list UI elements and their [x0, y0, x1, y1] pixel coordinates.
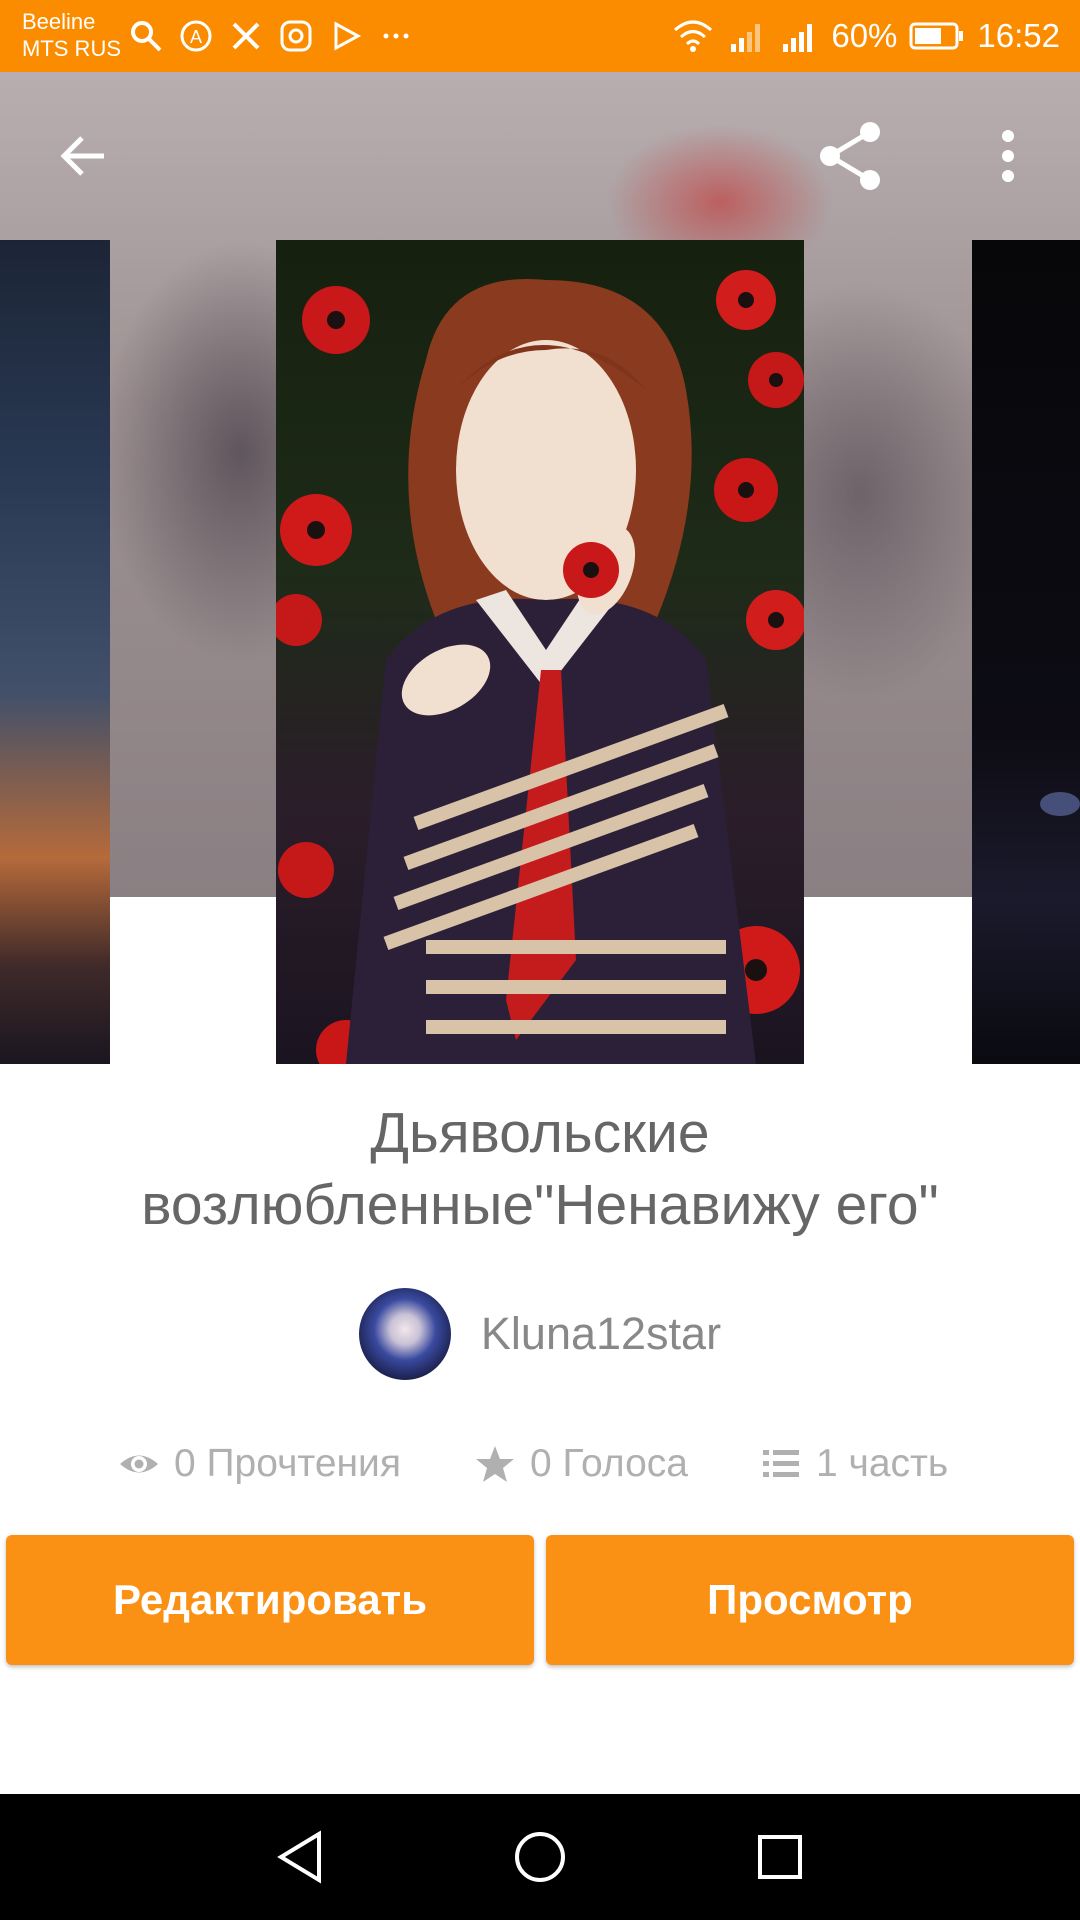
next-cover-peek[interactable]	[972, 240, 1080, 1064]
share-icon	[820, 122, 880, 190]
edit-button[interactable]: Редактировать	[6, 1535, 534, 1665]
triangle-back-icon	[277, 1830, 321, 1884]
story-stats: 0 Прочтения 0 Голоса 1 часть	[0, 1436, 1080, 1492]
author-name[interactable]: Kluna12star	[481, 1308, 721, 1360]
author-row[interactable]: Kluna12star	[0, 1288, 1080, 1380]
votes-count: 0 Голоса	[530, 1442, 688, 1485]
more-vert-icon	[1002, 130, 1014, 182]
wifi-icon	[674, 20, 713, 52]
list-icon	[763, 1450, 799, 1477]
play-icon	[334, 21, 362, 51]
notification-icons: A	[128, 16, 414, 56]
svg-text:A: A	[190, 27, 202, 47]
status-right: 60% 16:52	[671, 14, 1060, 58]
previous-cover-peek[interactable]	[0, 240, 110, 1064]
status-bar: Beeline MTS RUS A 60% 16:52	[0, 0, 1080, 72]
more-options-button[interactable]	[968, 116, 1048, 196]
tools-icon	[232, 22, 260, 50]
nav-back-button[interactable]	[265, 1822, 335, 1892]
more-notifications-icon	[383, 33, 409, 39]
reads-stat: 0 Прочтения	[118, 1436, 401, 1492]
parts-count: 1 часть	[816, 1442, 949, 1485]
share-button[interactable]	[810, 116, 890, 196]
circle-home-icon	[515, 1832, 565, 1882]
nav-home-button[interactable]	[505, 1822, 575, 1892]
votes-stat: 0 Голоса	[474, 1436, 688, 1492]
carrier-info: Beeline MTS RUS	[22, 8, 121, 62]
arrow-left-icon	[60, 136, 104, 176]
back-button[interactable]	[44, 116, 124, 196]
signal-icon-1	[731, 24, 761, 52]
battery-icon	[909, 22, 964, 50]
instagram-icon	[280, 20, 312, 52]
view-button[interactable]: Просмотр	[546, 1535, 1074, 1665]
story-title: Дьявольские возлюбленные"Ненавижу его"	[141, 1101, 939, 1237]
star-icon	[476, 1446, 514, 1482]
author-avatar[interactable]	[358, 1288, 451, 1380]
square-recent-icon	[758, 1835, 802, 1879]
system-nav-bar	[0, 1794, 1080, 1920]
story-cover-image[interactable]	[276, 240, 804, 1064]
search-icon	[131, 21, 162, 52]
cover-illustration	[276, 270, 804, 1064]
app-notification-icon: A	[180, 20, 212, 52]
reads-count: 0 Прочтения	[174, 1442, 401, 1485]
eye-icon	[120, 1455, 158, 1473]
signal-icon-2	[783, 24, 813, 52]
carrier-2: MTS RUS	[22, 36, 121, 61]
clock: 16:52	[977, 17, 1060, 54]
next-cover-detail	[1040, 792, 1080, 816]
cover-hero	[0, 72, 1080, 1064]
nav-recent-button[interactable]	[745, 1822, 815, 1892]
battery-percent: 60%	[831, 17, 898, 54]
carrier-1: Beeline	[22, 9, 96, 34]
top-app-bar	[0, 72, 1080, 240]
parts-stat: 1 часть	[760, 1436, 948, 1492]
